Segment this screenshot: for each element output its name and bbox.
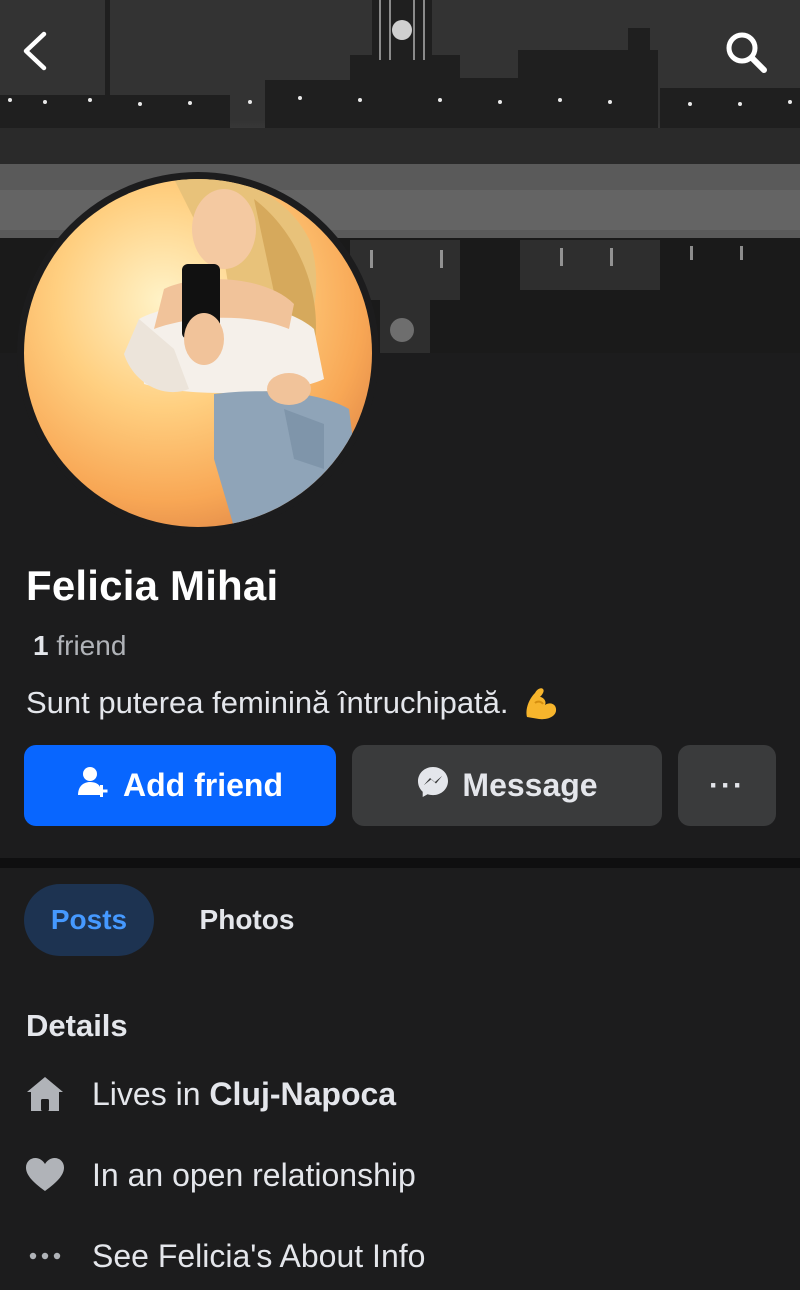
back-button[interactable] <box>20 30 76 86</box>
detail-relationship: In an open relationship <box>24 1153 416 1197</box>
heart-icon <box>24 1154 66 1196</box>
relationship-text: In an open relationship <box>92 1156 416 1193</box>
flexed-biceps-icon <box>521 683 561 723</box>
message-label: Message <box>462 767 598 803</box>
see-about-info-link[interactable]: See Felicia's About Info <box>24 1234 425 1278</box>
search-button[interactable] <box>724 30 780 86</box>
detail-lives-in: Lives in Cluj-Napoca <box>24 1072 396 1116</box>
more-dots-icon <box>24 1235 66 1277</box>
more-dots-icon: ··· <box>709 768 745 802</box>
profile-avatar[interactable] <box>17 172 379 534</box>
add-friend-label: Add friend <box>123 767 283 803</box>
friends-count-label: friend <box>56 630 127 661</box>
avatar-photo <box>24 179 372 527</box>
section-divider <box>0 858 800 868</box>
tab-photos[interactable]: Photos <box>172 884 322 956</box>
add-friend-icon <box>77 765 111 807</box>
details-heading: Details <box>26 1008 128 1043</box>
tab-posts[interactable]: Posts <box>24 884 154 956</box>
lives-in-city[interactable]: Cluj-Napoca <box>209 1076 396 1112</box>
profile-name: Felicia Mihai <box>26 562 279 609</box>
profile-page: Felicia Mihai 1 friend Sunt puterea femi… <box>0 0 800 1290</box>
more-options-button[interactable]: ··· <box>678 745 776 826</box>
lives-in-text: Lives in Cluj-Napoca <box>92 1076 396 1113</box>
friends-count-number: 1 <box>33 630 49 661</box>
about-info-label: See Felicia's About Info <box>92 1237 426 1274</box>
add-friend-button[interactable]: Add friend <box>24 745 336 826</box>
message-button[interactable]: Message <box>352 745 662 826</box>
home-icon <box>24 1073 66 1115</box>
messenger-icon <box>416 765 450 807</box>
lives-in-prefix: Lives in <box>92 1075 201 1112</box>
friends-count[interactable]: 1 friend <box>33 630 126 662</box>
profile-bio: Sunt puterea feminină întruchipată. <box>26 683 561 723</box>
bio-text: Sunt puterea feminină întruchipată. <box>26 685 509 720</box>
